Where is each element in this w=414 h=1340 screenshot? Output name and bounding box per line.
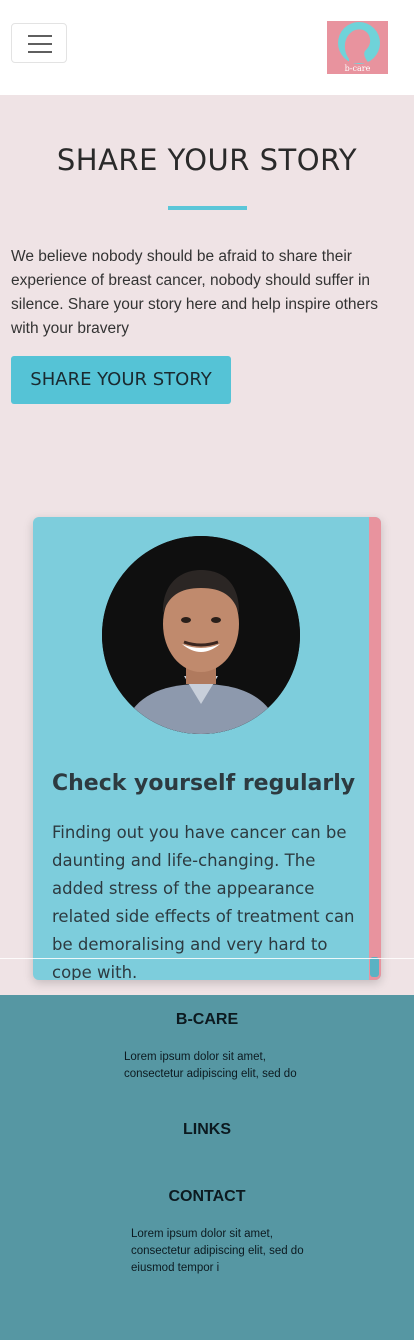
footer-brand-heading: B-CARE — [175, 1011, 239, 1028]
site-header: b-care — [0, 0, 414, 95]
logo-text: b-care — [344, 64, 371, 73]
avatar — [102, 536, 300, 734]
card-scrollbar[interactable] — [369, 517, 381, 980]
intro-text: We believe nobody should be afraid to sh… — [11, 248, 379, 337]
footer-links-heading: LINKS — [183, 1121, 231, 1138]
story-card: Check yourself regularly Finding out you… — [33, 517, 381, 980]
title-underline — [168, 206, 247, 210]
story-text: Finding out you have cancer can be daunt… — [52, 823, 355, 980]
footer-contact-text: Lorem ipsum dolor sit amet, consectetur … — [131, 1228, 304, 1274]
footer-contact-heading: CONTACT — [168, 1188, 246, 1205]
footer-about-text: Lorem ipsum dolor sit amet, consectetur … — [124, 1051, 297, 1080]
page-title: SHARE YOUR STORY — [56, 143, 358, 177]
brand-logo[interactable]: b-care — [327, 21, 388, 74]
hamburger-menu-icon[interactable] — [11, 23, 67, 63]
site-footer: B-CARE Lorem ipsum dolor sit amet, conse… — [0, 995, 414, 1340]
card-scrollbar-thumb[interactable] — [370, 957, 379, 977]
share-your-story-button[interactable]: SHARE YOUR STORY — [11, 356, 231, 404]
story-title: Check yourself regularly — [52, 771, 356, 796]
divider — [0, 958, 414, 959]
